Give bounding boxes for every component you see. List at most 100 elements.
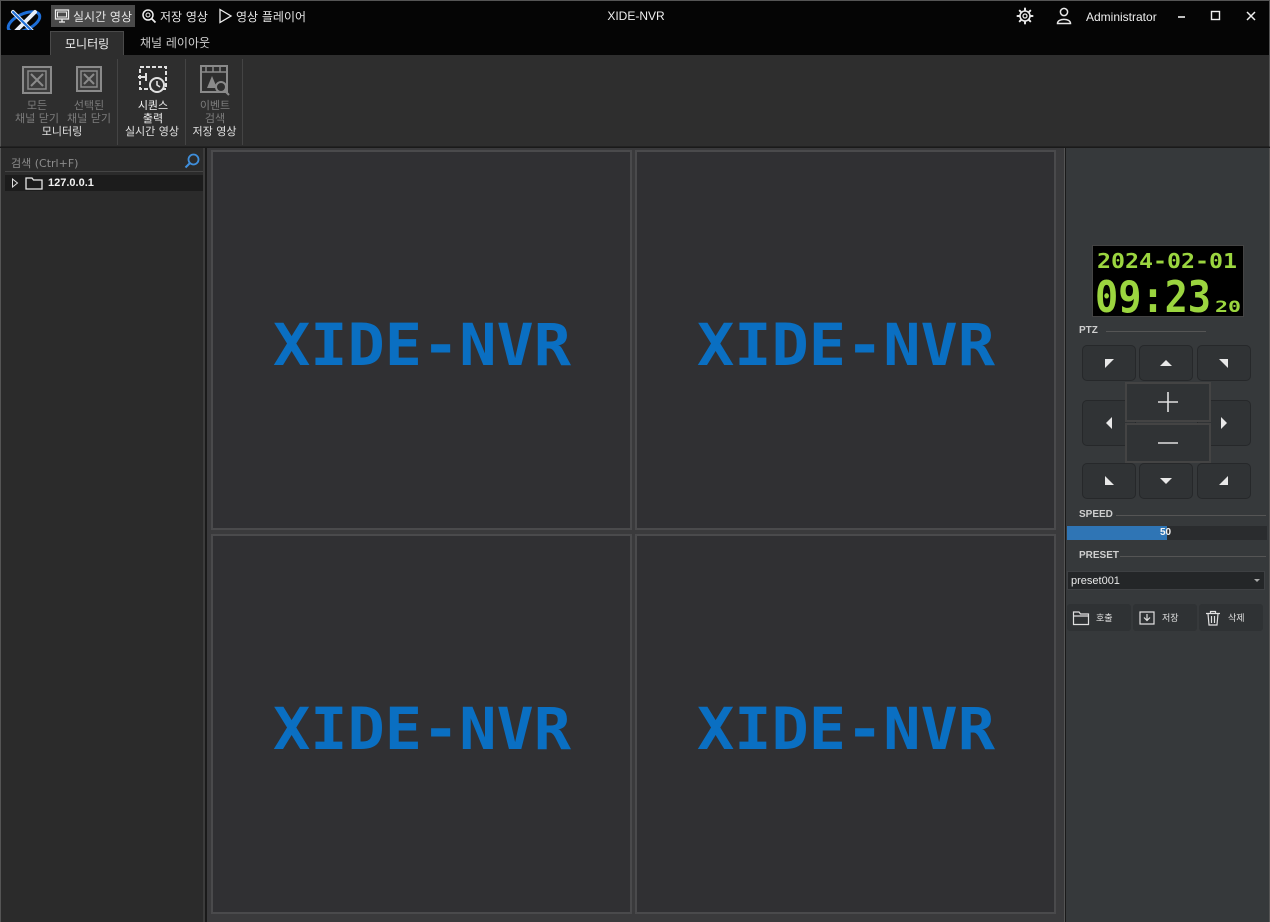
arrow-down-left-icon <box>1105 476 1114 485</box>
user-icon[interactable] <box>1056 7 1072 25</box>
ribbon-group-monitoring: 모든 채널 닫기 선택된 채널 닫기 모니터링 <box>7 59 118 145</box>
ptz-down-right-button[interactable] <box>1197 463 1251 499</box>
preset-call-button[interactable]: 호출 <box>1067 604 1131 631</box>
ptz-zoom-out-button[interactable] <box>1125 423 1211 463</box>
sequence-label-1: 시퀀스 <box>137 99 169 112</box>
chevron-down-icon <box>1254 579 1260 582</box>
video-grid: XIDE-NVR XIDE-NVR XIDE-NVR XIDE-NVR <box>207 148 1065 922</box>
preset-dropdown[interactable]: preset001 <box>1067 571 1265 590</box>
watermark-text: XIDE-NVR <box>697 695 995 754</box>
nav-live-label: 실시간 영상 <box>73 9 133 24</box>
minimize-button[interactable] <box>1173 7 1191 25</box>
preset-call-label: 호출 <box>1096 614 1113 624</box>
preset-selected-value: preset001 <box>1071 575 1120 587</box>
nav-stored-button[interactable]: 저장 영상 <box>138 5 211 27</box>
title-bar: 실시간 영상 저장 영상 영상 플레이어 XIDE-NVR Administra… <box>0 0 1270 36</box>
arrow-up-right-icon <box>1219 359 1228 368</box>
arrow-up-left-icon <box>1105 359 1114 368</box>
preset-section-label: PRESET <box>1079 550 1120 561</box>
tree-item-root[interactable]: 127.0.0.1 <box>5 175 203 191</box>
ptz-section-label: PTZ <box>1079 325 1098 336</box>
ribbon-tab-row: 모니터링 채널 레이아웃 <box>0 30 1270 55</box>
arrow-up-icon <box>1160 360 1172 366</box>
search-icon[interactable] <box>183 152 201 170</box>
clock-display: 2024-02-01 09:23 20 <box>1095 249 1241 323</box>
maximize-button[interactable] <box>1207 7 1225 25</box>
arrow-down-right-icon <box>1219 476 1228 485</box>
video-tile-4[interactable]: XIDE-NVR <box>635 534 1056 914</box>
speed-slider[interactable]: 50 <box>1067 526 1267 540</box>
ribbon-group-monitoring-label: 모니터링 <box>41 125 83 138</box>
close-all-icon <box>22 66 52 94</box>
close-selected-label-1: 선택된 <box>73 99 105 112</box>
ribbon-toolbar: 모든 채널 닫기 선택된 채널 닫기 모니터링 시퀀스 출력 실시간 영상 이벤… <box>0 55 1270 147</box>
speed-value: 50 <box>1160 527 1172 538</box>
tile-watermark: XIDE-NVR <box>273 695 571 754</box>
plus-icon <box>1158 392 1178 412</box>
ptz-panel: 2024-02-01 09:23 20 PTZ SPEED 50 PRESET … <box>1066 148 1270 922</box>
ribbon-group-stored-label: 저장 영상 <box>192 125 237 138</box>
video-tile-2[interactable]: XIDE-NVR <box>635 150 1056 530</box>
close-selected-channel-button[interactable]: 선택된 채널 닫기 <box>63 63 115 125</box>
digital-clock: 2024-02-01 09:23 20 <box>1092 245 1244 323</box>
clock-seconds: 20 <box>1215 297 1241 316</box>
device-search-placeholder: 검색 (Ctrl+F) <box>11 157 79 170</box>
play-icon <box>219 8 233 24</box>
ptz-down-button[interactable] <box>1139 463 1193 499</box>
sequence-icon <box>138 66 167 93</box>
nav-player-label: 영상 플레이어 <box>236 9 307 24</box>
arrow-left-icon <box>1106 417 1112 429</box>
tile-watermark: XIDE-NVR <box>273 311 571 370</box>
tile-watermark: XIDE-NVR <box>697 695 995 754</box>
preset-save-label: 저장 <box>1162 614 1179 624</box>
save-icon <box>1139 610 1155 625</box>
close-all-channels-button[interactable]: 모든 채널 닫기 <box>11 63 63 125</box>
close-window-button[interactable] <box>1242 7 1260 25</box>
nav-live-button[interactable]: 실시간 영상 <box>51 5 136 27</box>
speed-section-label: SPEED <box>1079 509 1113 520</box>
ptz-down-left-button[interactable] <box>1082 463 1136 499</box>
nav-stored-label: 저장 영상 <box>160 9 208 24</box>
preset-delete-label: 삭제 <box>1228 614 1245 624</box>
video-tile-1[interactable]: XIDE-NVR <box>211 150 632 530</box>
clock-time: 09:23 <box>1095 272 1211 318</box>
ribbon-group-stored: 이벤트 검색 저장 영상 <box>187 59 243 145</box>
ptz-divider <box>1106 331 1206 332</box>
tab-monitoring[interactable]: 모니터링 <box>50 31 125 55</box>
ptz-zoom-in-button[interactable] <box>1125 382 1211 422</box>
search-video-icon <box>142 9 157 24</box>
tile-watermark: XIDE-NVR <box>697 311 995 370</box>
event-search-label-1: 이벤트 <box>199 99 231 112</box>
user-name[interactable]: Administrator <box>1086 10 1157 24</box>
close-all-label-1: 모든 <box>26 99 48 112</box>
event-search-icon <box>200 65 230 96</box>
preset-save-button[interactable]: 저장 <box>1133 604 1197 631</box>
speed-slider-fill <box>1067 526 1167 540</box>
nav-player-button[interactable]: 영상 플레이어 <box>214 5 309 27</box>
ptz-up-right-button[interactable] <box>1197 345 1251 381</box>
video-tile-3[interactable]: XIDE-NVR <box>211 534 632 914</box>
expand-arrow-icon[interactable] <box>11 178 19 188</box>
speed-divider <box>1116 515 1266 516</box>
trash-icon <box>1206 610 1220 626</box>
arrow-right-icon <box>1221 417 1227 429</box>
settings-gear-icon[interactable] <box>1016 7 1034 25</box>
folder-icon <box>25 177 43 190</box>
watermark-text: XIDE-NVR <box>273 311 571 370</box>
ribbon-group-live: 시퀀스 출력 실시간 영상 <box>119 59 186 145</box>
clock-date: 2024-02-01 <box>1097 249 1237 273</box>
device-tree-panel: 검색 (Ctrl+F) 127.0.0.1 <box>0 148 205 922</box>
ptz-up-button[interactable] <box>1139 345 1193 381</box>
ptz-up-left-button[interactable] <box>1082 345 1136 381</box>
event-search-button[interactable]: 이벤트 검색 <box>189 63 241 125</box>
watermark-text: XIDE-NVR <box>697 311 995 370</box>
device-search-field[interactable]: 검색 (Ctrl+F) <box>5 150 203 172</box>
monitor-icon <box>54 9 70 23</box>
ribbon-group-live-label: 실시간 영상 <box>124 125 180 138</box>
minus-icon <box>1158 442 1178 444</box>
preset-divider <box>1120 556 1266 557</box>
sequence-output-button[interactable]: 시퀀스 출력 <box>123 63 183 125</box>
tab-channel-layout[interactable]: 채널 레이아웃 <box>126 31 224 55</box>
preset-delete-button[interactable]: 삭제 <box>1199 604 1263 631</box>
folder-open-icon <box>1072 610 1090 625</box>
